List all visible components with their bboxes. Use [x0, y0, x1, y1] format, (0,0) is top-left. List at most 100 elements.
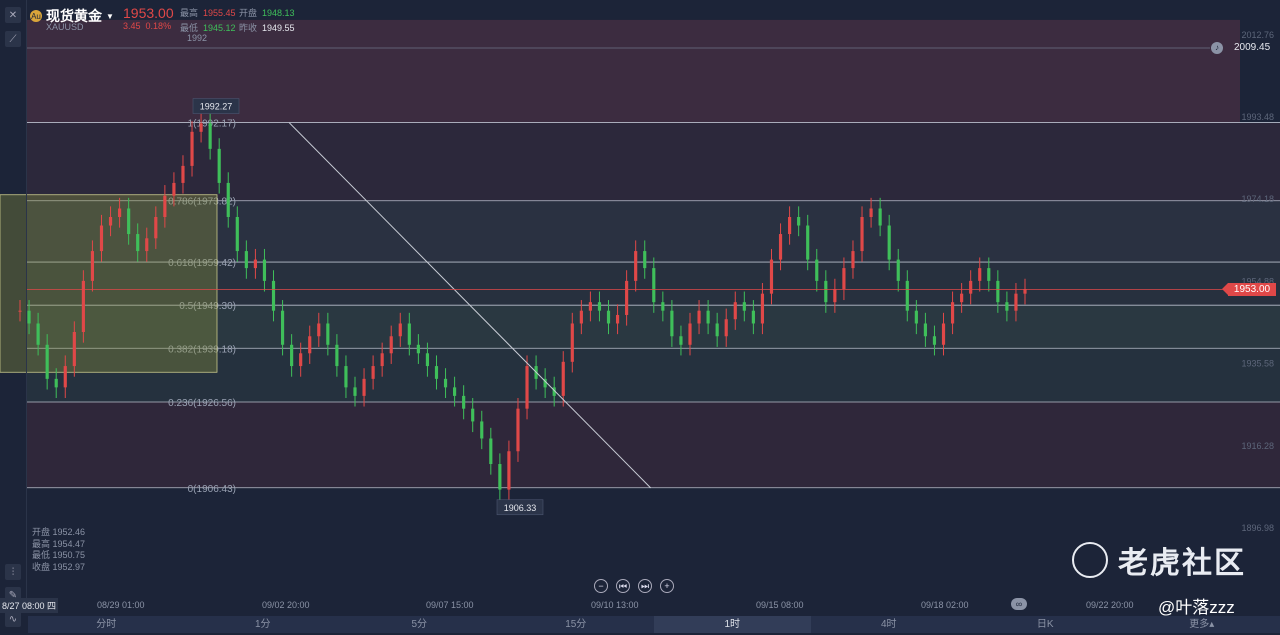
candle-body	[489, 438, 493, 465]
stat-prev-close: 昨收 1949.55	[239, 23, 295, 33]
link-icon[interactable]: ∞	[1011, 598, 1027, 610]
period-tab[interactable]: 日K	[967, 616, 1124, 633]
last-price: 1953.00	[123, 5, 174, 21]
candle-body	[90, 251, 95, 281]
candle-body	[579, 310, 583, 324]
candle-body	[253, 259, 257, 269]
candle-body	[652, 268, 656, 303]
ohlc-info: 开盘 1952.46 最高 1954.47 最低 1950.75 收盘 1952…	[32, 527, 85, 573]
ohlc-low: 最低 1950.75	[32, 550, 86, 560]
candle-body	[99, 225, 104, 252]
candle-body	[154, 217, 158, 239]
period-tab-active[interactable]: 1时	[654, 616, 811, 633]
candle-body	[833, 289, 837, 303]
candle-body	[1005, 302, 1009, 311]
candle-body	[597, 302, 602, 311]
close-icon[interactable]: ✕	[5, 7, 21, 23]
candle-body	[824, 280, 828, 303]
candle-body	[434, 366, 439, 379]
fib-label: 0(1906.43)	[188, 484, 236, 495]
candle-body	[362, 378, 366, 396]
ohlc-open: 开盘 1952.46	[32, 527, 86, 537]
period-tab[interactable]: 1分	[185, 616, 342, 633]
candle-body	[606, 310, 611, 324]
candle-body	[778, 234, 783, 260]
candle-body	[697, 310, 701, 324]
stat-open: 开盘 1948.13	[239, 8, 295, 18]
candle-body	[670, 310, 674, 337]
time-label: 09/18 02:00	[921, 600, 969, 610]
indicator-icon[interactable]: ⫶	[5, 564, 21, 580]
candle-body	[226, 182, 230, 218]
period-selector: 分时 1分 5分 15分 1时 4时 日K 更多▴	[28, 616, 1280, 633]
candle-body	[398, 323, 402, 337]
candle-body	[262, 259, 267, 281]
period-tab[interactable]: 5分	[341, 616, 498, 633]
candle-body	[923, 323, 927, 337]
chart-type-icon[interactable]: ∿	[5, 611, 21, 627]
candle-body	[136, 234, 140, 252]
candle-body	[507, 451, 511, 490]
price-marker-label: 1906.33	[504, 503, 537, 513]
price-tick: 2012.76	[1241, 30, 1274, 40]
candle-body	[208, 123, 212, 149]
candle-body	[969, 280, 973, 294]
candle-body	[914, 310, 918, 324]
zoom-in-icon[interactable]: +	[660, 579, 674, 593]
candle-body	[380, 353, 384, 367]
candle-body	[960, 293, 964, 303]
skip-start-icon[interactable]: ⏮	[616, 579, 630, 593]
candle-body	[860, 217, 864, 252]
candle-body	[118, 208, 122, 218]
stat-high: 最高 1955.45	[180, 8, 236, 18]
chart-nav-controls: − ⏮ ⏭ +	[594, 579, 674, 593]
candle-body	[733, 302, 737, 320]
candle-body	[280, 310, 285, 345]
period-tab[interactable]: 15分	[498, 616, 655, 633]
candle-body	[63, 366, 67, 388]
candle-body	[471, 408, 475, 422]
draw-tool-icon[interactable]: ⟋	[5, 31, 21, 47]
alert-price: 2009.45	[1234, 42, 1271, 53]
candle-body	[308, 336, 312, 354]
candle-body	[199, 123, 203, 132]
candle-body	[498, 464, 502, 490]
candle-body	[588, 302, 592, 311]
bell-icon[interactable]: ♪	[1211, 42, 1223, 54]
period-tab[interactable]: 分时	[28, 616, 185, 633]
zoom-out-icon[interactable]: −	[594, 579, 608, 593]
candle-body	[81, 280, 85, 332]
fib-zone	[26, 402, 1280, 488]
candle-body	[344, 366, 348, 388]
candle-body	[661, 302, 665, 311]
skip-end-icon[interactable]: ⏭	[638, 579, 652, 593]
candle-body	[453, 387, 457, 396]
candle-body	[570, 323, 574, 362]
candle-body	[480, 421, 484, 439]
candle-body	[72, 331, 76, 367]
candle-body	[163, 195, 167, 218]
candle-body	[905, 280, 909, 311]
watermark: 老虎社区	[1072, 538, 1246, 582]
candle-body	[326, 323, 330, 345]
price-chart[interactable]: 1(1992.17)0.786(1973.82)0.618(1959.42)0.…	[0, 0, 1280, 612]
candle-body	[181, 165, 185, 183]
candle-body	[688, 323, 692, 345]
candle-body	[996, 280, 1000, 303]
time-label: 08/29 01:00	[97, 600, 145, 610]
candle-body	[172, 182, 176, 196]
period-tab[interactable]: 4时	[811, 616, 968, 633]
candle-body	[416, 344, 420, 354]
candle-body	[54, 378, 58, 388]
chevron-down-icon[interactable]: ▼	[106, 12, 114, 21]
candle-body	[615, 314, 620, 324]
candle-body	[443, 378, 448, 388]
highlight-box	[0, 194, 218, 373]
candle-body	[407, 323, 411, 345]
period-tab-more[interactable]: 更多▴	[1124, 616, 1280, 633]
candle-body	[217, 148, 221, 183]
time-label: 09/22 20:00	[1086, 600, 1134, 610]
candle-body	[145, 238, 149, 252]
candle-body	[715, 323, 719, 337]
candle-body	[1023, 289, 1027, 294]
